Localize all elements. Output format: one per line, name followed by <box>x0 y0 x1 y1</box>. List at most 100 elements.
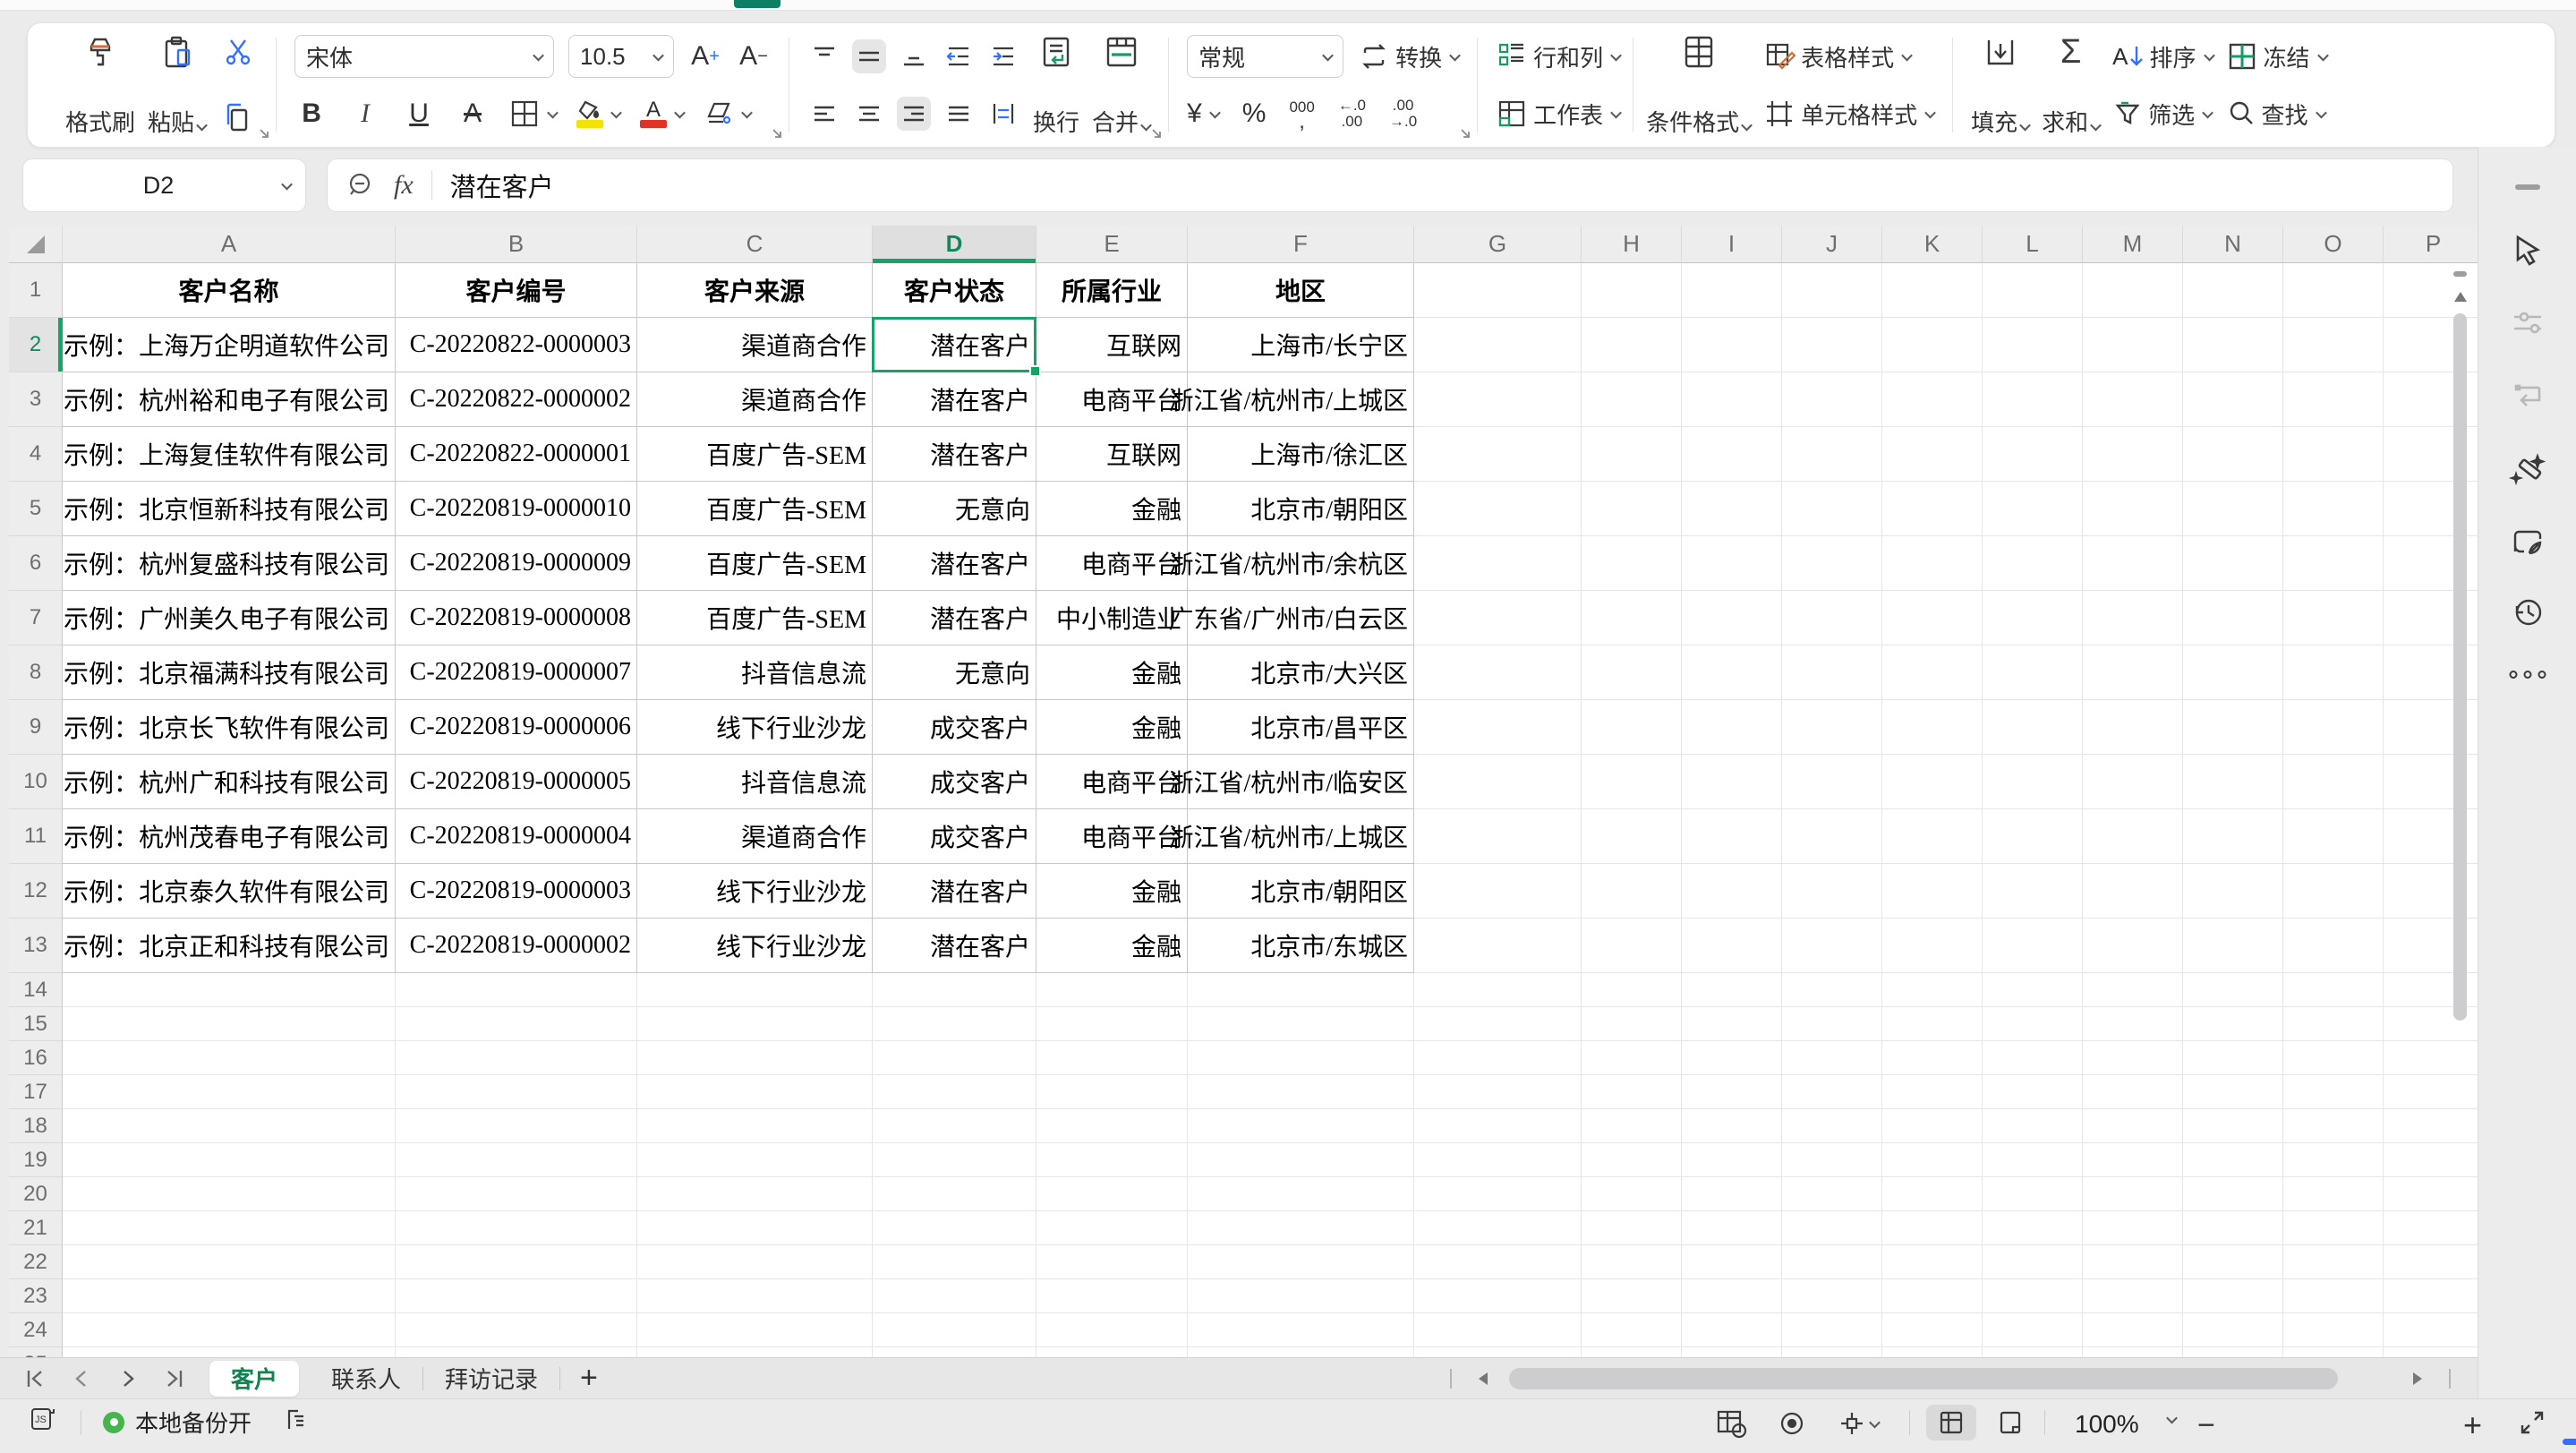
cell-A7[interactable]: 示例：广州美久电子有限公司 <box>63 591 396 645</box>
cell-B1[interactable]: 客户编号 <box>396 263 637 318</box>
cell-G9[interactable] <box>1414 700 1582 755</box>
cell-M18[interactable] <box>2083 1109 2183 1143</box>
cell-P22[interactable] <box>2384 1245 2478 1279</box>
row-header-14[interactable]: 14 <box>9 973 63 1007</box>
increase-font-button[interactable]: A+ <box>688 39 722 73</box>
cell-O21[interactable] <box>2283 1211 2384 1245</box>
cell-M20[interactable] <box>2083 1177 2183 1211</box>
cell-D25[interactable] <box>873 1347 1036 1357</box>
cell-G24[interactable] <box>1414 1313 1582 1347</box>
cell-K12[interactable] <box>1882 864 1983 919</box>
cell-G22[interactable] <box>1414 1245 1582 1279</box>
cell-L3[interactable] <box>1983 372 2083 427</box>
cell-J21[interactable] <box>1782 1211 1882 1245</box>
cell-K20[interactable] <box>1882 1177 1983 1211</box>
cell-H5[interactable] <box>1582 482 1682 536</box>
cell-E12[interactable]: 金融 <box>1036 864 1188 919</box>
cell-H14[interactable] <box>1582 973 1682 1007</box>
cell-L16[interactable] <box>1983 1041 2083 1075</box>
cell-I8[interactable] <box>1682 645 1782 700</box>
currency-button[interactable]: ¥ <box>1187 98 1219 129</box>
cell-K4[interactable] <box>1882 427 1983 482</box>
cell-G8[interactable] <box>1414 645 1582 700</box>
cell-E5[interactable]: 金融 <box>1036 482 1188 536</box>
column-header-N[interactable]: N <box>2183 226 2283 263</box>
cell-E11[interactable]: 电商平台 <box>1036 809 1188 864</box>
cell-L11[interactable] <box>1983 809 2083 864</box>
cell-L1[interactable] <box>1983 263 2083 318</box>
cell-I19[interactable] <box>1682 1143 1782 1177</box>
cell-F6[interactable]: 浙江省/杭州市/余杭区 <box>1188 536 1414 591</box>
cell-M16[interactable] <box>2083 1041 2183 1075</box>
cell-C15[interactable] <box>637 1007 873 1041</box>
cell-F13[interactable]: 北京市/东城区 <box>1188 919 1414 973</box>
cell-F2[interactable]: 上海市/长宁区 <box>1188 318 1414 372</box>
cell-L22[interactable] <box>1983 1245 2083 1279</box>
row-header-15[interactable]: 15 <box>9 1007 63 1041</box>
cell-J6[interactable] <box>1782 536 1882 591</box>
cell-N19[interactable] <box>2183 1143 2283 1177</box>
cell-E3[interactable]: 电商平台 <box>1036 372 1188 427</box>
cell-G23[interactable] <box>1414 1279 1582 1313</box>
cell-I15[interactable] <box>1682 1007 1782 1041</box>
cell-M5[interactable] <box>2083 482 2183 536</box>
cell-C24[interactable] <box>637 1313 873 1347</box>
row-header-12[interactable]: 12 <box>9 864 63 919</box>
cell-E6[interactable]: 电商平台 <box>1036 536 1188 591</box>
cell-L8[interactable] <box>1983 645 2083 700</box>
cell-P24[interactable] <box>2384 1313 2478 1347</box>
cell-B8[interactable]: C-20220819-0000007 <box>396 645 637 700</box>
cell-C16[interactable] <box>637 1041 873 1075</box>
cell-L25[interactable] <box>1983 1347 2083 1357</box>
cell-H24[interactable] <box>1582 1313 1682 1347</box>
cell-F19[interactable] <box>1188 1143 1414 1177</box>
scroll-left-arrow[interactable] <box>1479 1372 1488 1385</box>
italic-button[interactable]: I <box>348 97 382 131</box>
cell-O19[interactable] <box>2283 1143 2384 1177</box>
cell-H4[interactable] <box>1582 427 1682 482</box>
font-name-select[interactable]: 宋体 <box>294 35 554 78</box>
cell-C6[interactable]: 百度广告-SEM <box>637 536 873 591</box>
selection-mode-button[interactable] <box>1837 1408 1879 1439</box>
cell-J15[interactable] <box>1782 1007 1882 1041</box>
cell-I18[interactable] <box>1682 1109 1782 1143</box>
row-header-13[interactable]: 13 <box>9 919 63 973</box>
cell-A23[interactable] <box>63 1279 396 1313</box>
cell-I1[interactable] <box>1682 263 1782 318</box>
cell-K5[interactable] <box>1882 482 1983 536</box>
cell-O13[interactable] <box>2283 919 2384 973</box>
cell-N7[interactable] <box>2183 591 2283 645</box>
cell-L2[interactable] <box>1983 318 2083 372</box>
cell-G5[interactable] <box>1414 482 1582 536</box>
more-tools-icon[interactable] <box>2509 671 2546 679</box>
cell-A11[interactable]: 示例：杭州茂春电子有限公司 <box>63 809 396 864</box>
cell-F22[interactable] <box>1188 1245 1414 1279</box>
previous-sheet-button[interactable] <box>70 1367 93 1390</box>
cell-G11[interactable] <box>1414 809 1582 864</box>
cell-N21[interactable] <box>2183 1211 2283 1245</box>
cell-M6[interactable] <box>2083 536 2183 591</box>
seal-tool-icon[interactable] <box>2508 523 2547 562</box>
cell-E19[interactable] <box>1036 1143 1188 1177</box>
cell-L18[interactable] <box>1983 1109 2083 1143</box>
cell-L13[interactable] <box>1983 919 2083 973</box>
formula-bar[interactable]: fx 潜在客户 <box>328 159 2452 211</box>
cell-N16[interactable] <box>2183 1041 2283 1075</box>
strikethrough-button[interactable]: A <box>456 97 490 131</box>
cell-D6[interactable]: 潜在客户 <box>873 536 1036 591</box>
page-layout-view-button[interactable] <box>1985 1405 2035 1440</box>
cell-A6[interactable]: 示例：杭州复盛科技有限公司 <box>63 536 396 591</box>
column-header-E[interactable]: E <box>1036 226 1188 263</box>
cell-B14[interactable] <box>396 973 637 1007</box>
cell-I4[interactable] <box>1682 427 1782 482</box>
cell-I14[interactable] <box>1682 973 1782 1007</box>
cell-B20[interactable] <box>396 1177 637 1211</box>
cell-M7[interactable] <box>2083 591 2183 645</box>
cell-F24[interactable] <box>1188 1313 1414 1347</box>
cell-B4[interactable]: C-20220822-0000001 <box>396 427 637 482</box>
cell-J18[interactable] <box>1782 1109 1882 1143</box>
cell-P21[interactable] <box>2384 1211 2478 1245</box>
cell-M14[interactable] <box>2083 973 2183 1007</box>
cell-B15[interactable] <box>396 1007 637 1041</box>
cell-J24[interactable] <box>1782 1313 1882 1347</box>
